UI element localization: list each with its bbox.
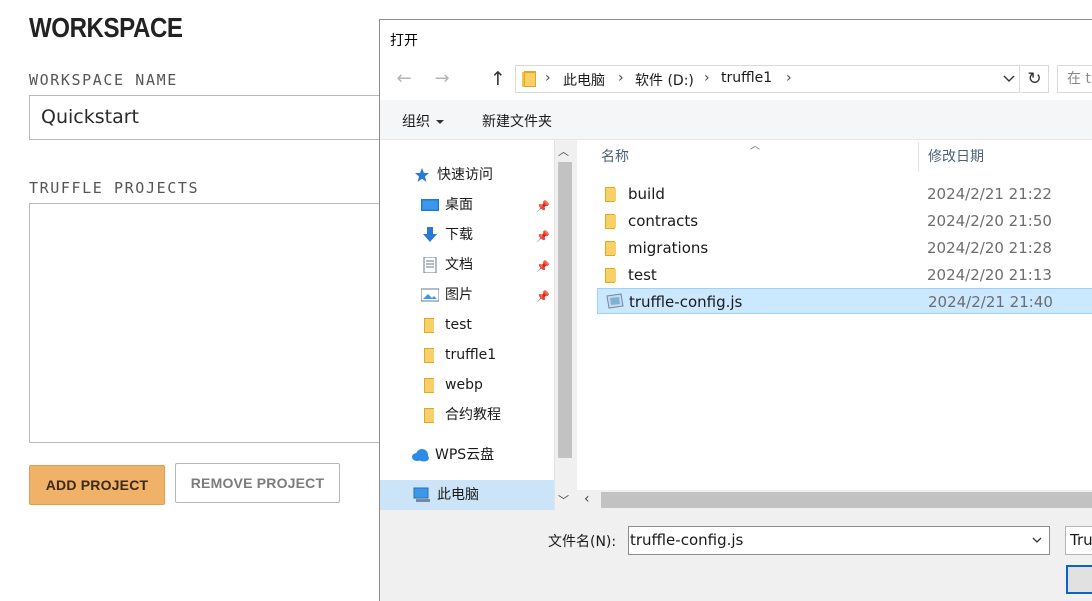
chevron-right-icon: › [618, 70, 624, 86]
folder-icon [522, 71, 536, 87]
nav-item-label: 图片 [445, 287, 473, 303]
download-icon [423, 227, 437, 242]
pin-icon[interactable]: 📌 [536, 200, 550, 213]
nav-item-label: 此电脑 [437, 487, 479, 503]
column-header-name[interactable]: 名称 [601, 146, 629, 166]
dialog-titlebar[interactable]: 打开 [380, 20, 1092, 58]
file-row[interactable]: contracts 2024/2/20 21:50 [597, 208, 1092, 234]
filename-input[interactable]: truffle-config.js [628, 526, 1050, 555]
desktop-icon [421, 199, 439, 211]
pin-icon[interactable]: 📌 [536, 230, 550, 243]
chevron-down-icon[interactable] [1002, 72, 1016, 86]
chevron-right-icon: › [704, 70, 710, 86]
scroll-thumb[interactable] [558, 162, 572, 458]
organize-menu[interactable]: 组织 [402, 111, 444, 131]
scroll-up-icon[interactable]: ︿ [558, 143, 569, 159]
file-list-horizontal-scrollbar[interactable]: ‹ [577, 490, 1092, 510]
breadcrumb-truffle1[interactable]: truffle1 [721, 70, 772, 86]
breadcrumb-drive-d[interactable]: 软件 (D:) [635, 70, 694, 90]
file-date: 2024/2/20 21:28 [927, 239, 1052, 257]
workspace-title: WORKSPACE [29, 12, 183, 43]
file-name: test [628, 266, 657, 284]
address-bar[interactable]: › 此电脑 › 软件 (D:) › truffle1 › [515, 65, 1020, 93]
workspace-name-input[interactable]: Quickstart [29, 95, 429, 140]
folder-icon [605, 187, 616, 202]
truffle-projects-list[interactable] [29, 203, 429, 443]
file-type-select[interactable]: Tru [1065, 526, 1092, 555]
file-name: migrations [628, 239, 709, 257]
chevron-right-icon: › [786, 70, 792, 86]
caret-down-icon [436, 120, 444, 124]
remove-project-button[interactable]: REMOVE PROJECT [175, 463, 340, 503]
nav-quick-access-label: 快速访问 [437, 167, 493, 183]
chevron-down-icon[interactable] [1032, 535, 1042, 545]
scroll-left-icon[interactable]: ‹ [584, 491, 590, 507]
filename-label: 文件名(N): [548, 534, 617, 550]
new-folder-button[interactable]: 新建文件夹 [482, 111, 552, 131]
scroll-thumb[interactable] [601, 492, 1092, 508]
nav-item-label: 合约教程 [445, 407, 501, 423]
breadcrumb-this-pc[interactable]: 此电脑 [563, 70, 605, 90]
column-header-modified[interactable]: 修改日期 [928, 146, 984, 166]
up-arrow-icon[interactable]: ↑ [487, 68, 509, 90]
open-button[interactable] [1066, 565, 1092, 594]
folder-icon [605, 241, 616, 256]
refresh-icon[interactable]: ↻ [1021, 65, 1049, 93]
search-input[interactable]: 在 t [1057, 65, 1092, 93]
pictures-icon [421, 288, 439, 302]
folder-icon [424, 378, 434, 393]
nav-item-label: truffle1 [445, 347, 497, 363]
chevron-right-icon: › [545, 70, 551, 86]
folder-icon [424, 318, 434, 333]
file-name: contracts [628, 212, 699, 230]
pin-icon[interactable]: 📌 [536, 260, 550, 273]
add-project-button[interactable]: ADD PROJECT [29, 465, 165, 505]
file-date: 2024/2/20 21:50 [927, 212, 1052, 230]
folder-icon [605, 214, 616, 229]
nav-pane-scrollbar[interactable]: ︿ ﹀ [554, 140, 574, 510]
folder-icon [605, 268, 616, 283]
file-row[interactable]: build 2024/2/21 21:22 [597, 181, 1092, 207]
folder-icon [424, 408, 434, 423]
file-date: 2024/2/21 21:40 [928, 293, 1053, 311]
filename-value: truffle-config.js [630, 531, 744, 549]
file-row-selected[interactable]: truffle-config.js 2024/2/21 21:40 [597, 288, 1092, 314]
back-arrow-icon[interactable]: ← [393, 68, 415, 90]
computer-icon [413, 487, 430, 502]
nav-item-label: webp [445, 377, 483, 393]
file-name: truffle-config.js [629, 293, 743, 311]
workspace-name-label: WORKSPACE NAME [29, 71, 178, 89]
nav-item-label: 桌面 [445, 197, 473, 213]
star-icon [415, 168, 429, 182]
js-file-icon [606, 293, 624, 309]
file-row[interactable]: test 2024/2/20 21:13 [597, 262, 1092, 288]
column-divider[interactable] [918, 142, 919, 172]
navigation-pane: 快速访问 桌面 📌 下载 📌 文档 📌 图片 📌 test truffle1 w… [380, 140, 554, 510]
pin-icon[interactable]: 📌 [536, 290, 550, 303]
file-list: ︿ 名称 修改日期 build 2024/2/21 21:22 contract… [577, 140, 1092, 490]
sort-ascending-icon: ︿ [750, 141, 760, 152]
folder-icon [424, 348, 434, 363]
dialog-toolbar: 组织 新建文件夹 [380, 100, 1092, 140]
file-row[interactable]: migrations 2024/2/20 21:28 [597, 235, 1092, 261]
nav-item-label: WPS云盘 [435, 447, 495, 463]
scroll-down-icon[interactable]: ﹀ [558, 492, 569, 508]
dialog-title: 打开 [390, 33, 418, 49]
file-date: 2024/2/21 21:22 [927, 185, 1052, 203]
nav-item-label: test [445, 317, 472, 333]
cloud-icon [412, 449, 429, 462]
open-file-dialog: 打开 ← → ↑ › 此电脑 › 软件 (D:) › truffle1 › ↻ … [379, 19, 1092, 601]
organize-label: 组织 [402, 114, 430, 130]
nav-item-label: 文档 [445, 257, 473, 273]
forward-arrow-icon[interactable]: → [431, 68, 453, 90]
nav-item-label: 下载 [445, 227, 473, 243]
file-date: 2024/2/20 21:13 [927, 266, 1052, 284]
navigation-bar: ← → ↑ › 此电脑 › 软件 (D:) › truffle1 › ↻ 在 t [380, 58, 1092, 100]
file-name: build [628, 185, 665, 203]
truffle-projects-label: TRUFFLE PROJECTS [29, 179, 200, 197]
document-icon [423, 257, 437, 273]
